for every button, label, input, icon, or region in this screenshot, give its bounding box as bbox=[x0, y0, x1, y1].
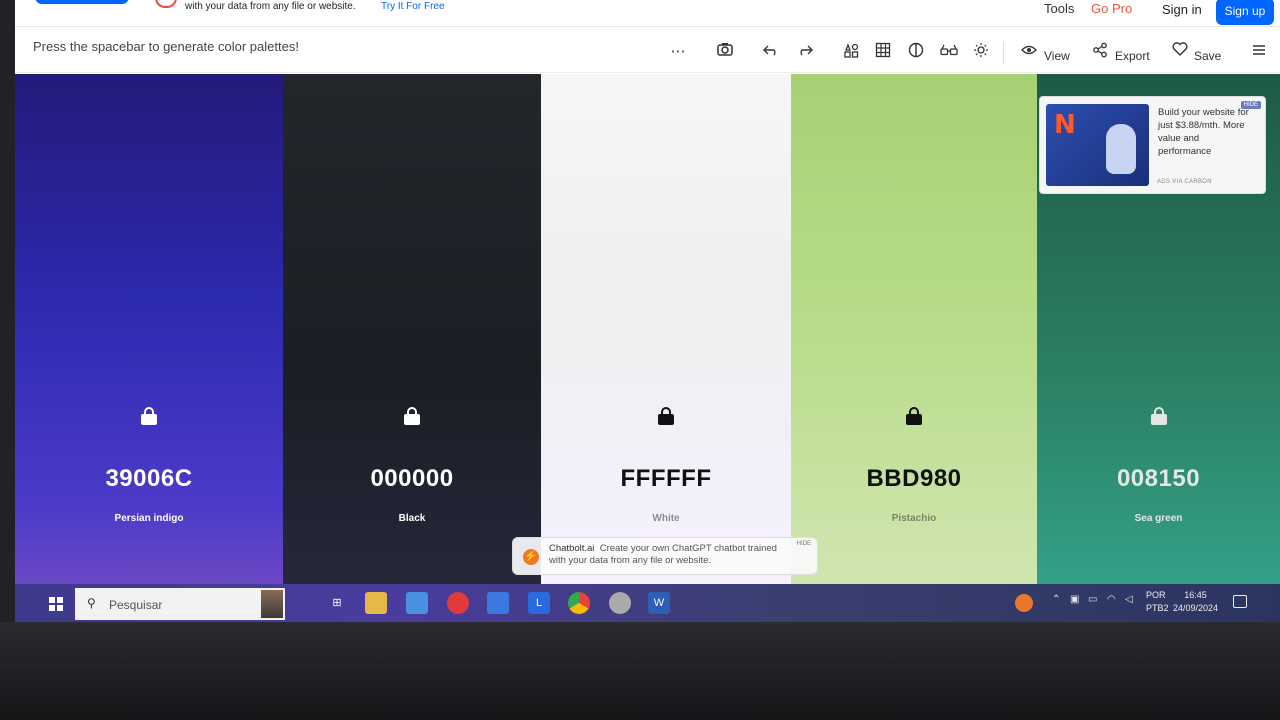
chatbolt-banner[interactable]: ⚡ Chatbolt.ai Create your own ChatGPT ch… bbox=[512, 537, 818, 575]
brightness-icon[interactable] bbox=[971, 42, 991, 62]
opera-icon[interactable] bbox=[447, 592, 469, 614]
search-highlight-image bbox=[261, 590, 283, 618]
microsoft-store-icon[interactable] bbox=[406, 592, 428, 614]
tray-app-icon[interactable]: ▣ bbox=[1070, 594, 1079, 605]
color-hex-code[interactable]: 008150 bbox=[1037, 465, 1280, 493]
orange-app-tray-icon[interactable] bbox=[1015, 594, 1033, 612]
site-header: with your data from any file or website.… bbox=[15, 0, 1280, 27]
taskbar-search[interactable]: ⚲ Pesquisar bbox=[75, 588, 285, 620]
palette-color-column[interactable]: FFFFFF White bbox=[541, 74, 791, 584]
ad-via-carbon[interactable]: ADS VIA CARBON bbox=[1157, 179, 1212, 185]
lock-icon[interactable] bbox=[906, 407, 922, 425]
l-app-icon[interactable]: L bbox=[528, 592, 550, 614]
color-name: Sea green bbox=[1134, 513, 1183, 524]
windows-taskbar: ⚲ Pesquisar ⊞ L W ⌃ ▣ ▭ ◠ ◁ POR PTB2 16:4… bbox=[15, 584, 1280, 622]
laptop-bezel-bottom bbox=[0, 622, 1280, 720]
save-button[interactable]: Save bbox=[1194, 49, 1221, 63]
hamburger-menu-icon[interactable] bbox=[1249, 42, 1269, 62]
volume-icon[interactable]: ◁ bbox=[1125, 594, 1133, 605]
word-icon[interactable]: W bbox=[648, 592, 670, 614]
sign-up-button[interactable]: Sign up bbox=[1216, 0, 1274, 25]
ad-hide-button[interactable]: HIDE bbox=[1240, 101, 1261, 109]
color-name: Black bbox=[398, 513, 426, 524]
color-name: White bbox=[652, 513, 680, 524]
nav-sign-in[interactable]: Sign in bbox=[1162, 2, 1202, 17]
chatbolt-text: Chatbolt.ai Create your own ChatGPT chat… bbox=[549, 543, 789, 567]
carbon-ad[interactable]: N Build your website for just $3.88/mth.… bbox=[1039, 96, 1266, 194]
color-hex-code[interactable]: FFFFFF bbox=[541, 465, 791, 493]
palette-color-column[interactable]: BBD980 Pistachio bbox=[791, 74, 1037, 584]
nav-tools[interactable]: Tools bbox=[1044, 1, 1074, 16]
tray-overflow-icon[interactable]: ⌃ bbox=[1052, 594, 1060, 605]
chrome-icon[interactable] bbox=[568, 592, 590, 614]
lock-icon[interactable] bbox=[1150, 407, 1167, 425]
keyboard-layout: PTB2 bbox=[1146, 603, 1169, 613]
palette-color-column[interactable]: 000000 Black bbox=[283, 74, 541, 584]
chatbolt-promo-icon bbox=[155, 0, 177, 8]
heart-icon[interactable] bbox=[1170, 42, 1190, 62]
color-hex-code[interactable]: 000000 bbox=[283, 465, 541, 493]
spacebar-hint: Press the spacebar to generate color pal… bbox=[33, 39, 299, 54]
nav-go-pro[interactable]: Go Pro bbox=[1091, 1, 1132, 16]
windows-start-icon[interactable] bbox=[49, 597, 63, 611]
notification-center-icon[interactable] bbox=[1233, 595, 1247, 608]
grid-icon[interactable] bbox=[873, 42, 893, 62]
coolors-logo[interactable] bbox=[35, 0, 129, 4]
task-view-icon[interactable]: ⊞ bbox=[326, 592, 348, 614]
color-hex-code[interactable]: 39006C bbox=[15, 465, 283, 493]
glasses-icon[interactable] bbox=[939, 42, 959, 62]
adjust-palette-icon[interactable] bbox=[841, 42, 861, 62]
view-button[interactable]: View bbox=[1044, 49, 1070, 63]
more-options-icon[interactable]: ⋯ bbox=[668, 42, 688, 62]
palette-toolbar: Press the spacebar to generate color pal… bbox=[15, 28, 1280, 73]
eye-icon[interactable] bbox=[1019, 42, 1039, 62]
color-hex-code[interactable]: BBD980 bbox=[791, 465, 1037, 493]
export-button[interactable]: Export bbox=[1115, 49, 1150, 63]
chrome-profile-icon[interactable] bbox=[609, 592, 631, 614]
ad-text[interactable]: Build your website for just $3.88/mth. M… bbox=[1158, 106, 1250, 158]
file-explorer-icon[interactable] bbox=[365, 592, 387, 614]
chatbolt-brand: Chatbolt.ai bbox=[549, 543, 595, 554]
share-icon[interactable] bbox=[1090, 42, 1110, 62]
taskbar-clock[interactable]: 16:45 24/09/2024 bbox=[1173, 589, 1218, 615]
search-icon: ⚲ bbox=[87, 596, 96, 610]
browser-screen: with your data from any file or website.… bbox=[15, 0, 1280, 622]
clock-time: 16:45 bbox=[1184, 590, 1207, 600]
battery-icon[interactable]: ▭ bbox=[1088, 594, 1097, 605]
search-input[interactable]: Pesquisar bbox=[109, 598, 162, 612]
chatbolt-hide-button[interactable]: HIDE bbox=[797, 541, 811, 547]
lang-code: POR bbox=[1146, 590, 1166, 600]
mail-icon[interactable] bbox=[487, 592, 509, 614]
redo-icon[interactable] bbox=[795, 42, 815, 62]
language-indicator[interactable]: POR PTB2 bbox=[1146, 589, 1169, 615]
promo-link[interactable]: Try It For Free bbox=[381, 1, 445, 12]
clock-date: 24/09/2024 bbox=[1173, 603, 1219, 613]
lock-icon[interactable] bbox=[141, 407, 157, 425]
astronaut-illustration bbox=[1106, 124, 1136, 174]
ad-image[interactable]: N bbox=[1046, 104, 1149, 186]
chatbolt-icon: ⚡ bbox=[523, 549, 539, 565]
color-name: Pistachio bbox=[891, 513, 937, 524]
contrast-icon[interactable] bbox=[906, 42, 926, 62]
color-name: Persian indigo bbox=[114, 513, 184, 524]
wifi-icon[interactable]: ◠ bbox=[1107, 594, 1116, 605]
lock-icon[interactable] bbox=[658, 407, 674, 425]
palette-color-column[interactable]: 39006C Persian indigo bbox=[15, 74, 283, 584]
namecheap-logo: N bbox=[1054, 110, 1076, 140]
lock-icon[interactable] bbox=[404, 407, 420, 425]
toolbar-separator bbox=[1003, 42, 1004, 64]
camera-icon[interactable] bbox=[715, 42, 735, 62]
promo-text: with your data from any file or website. bbox=[185, 1, 356, 12]
undo-icon[interactable] bbox=[761, 42, 781, 62]
